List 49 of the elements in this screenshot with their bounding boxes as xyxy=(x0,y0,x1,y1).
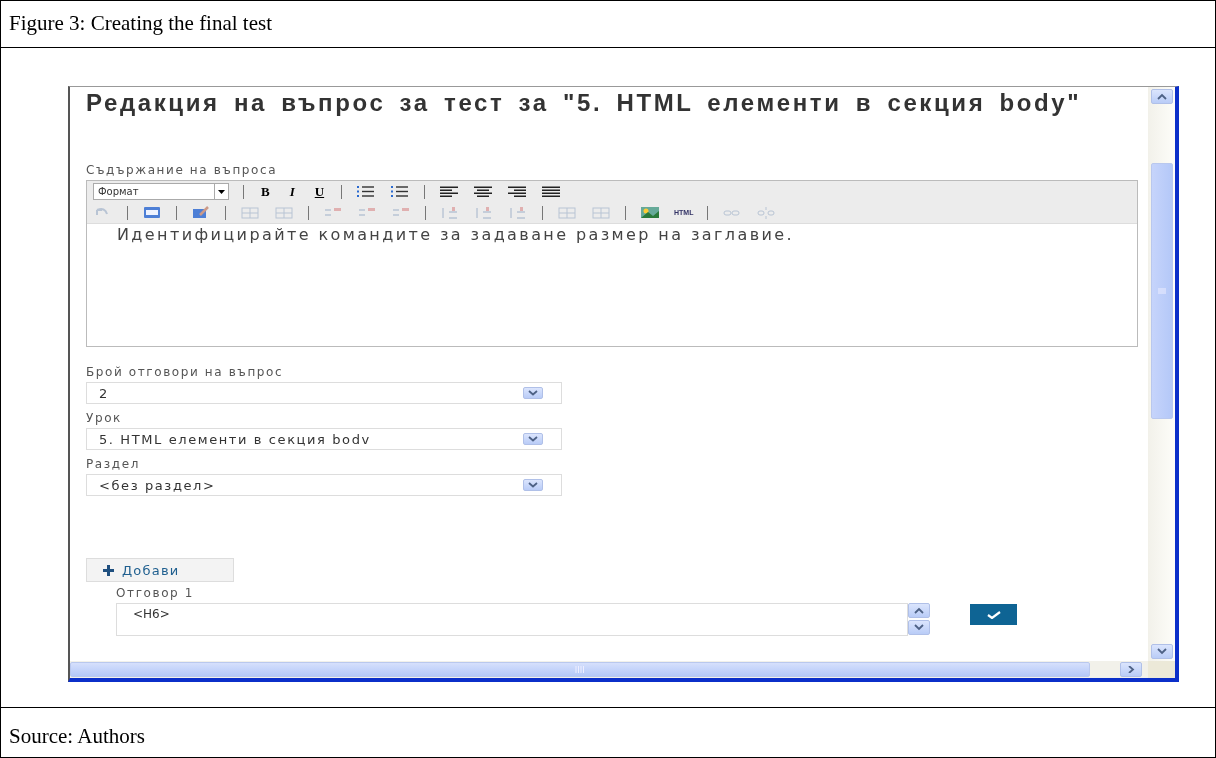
page-title: Редакция на въпрос за тест за "5. HTML елементи в секция body" xyxy=(86,89,1083,116)
bullet-list-icon[interactable] xyxy=(356,185,377,198)
window-icon[interactable] xyxy=(142,206,162,219)
scrollbar-thumb[interactable] xyxy=(70,662,1090,677)
align-center-icon[interactable] xyxy=(473,185,494,198)
dropdown-icon xyxy=(523,387,543,399)
scrollbar-thumb[interactable] xyxy=(1150,163,1173,419)
chevron-up-icon xyxy=(914,607,924,614)
image-icon[interactable] xyxy=(640,206,660,219)
field-label: Раздел xyxy=(86,457,141,471)
field-label: Съдържание на въпроса xyxy=(86,163,279,177)
scroll-down-button[interactable] xyxy=(1150,644,1173,659)
scroll-right-button[interactable] xyxy=(1120,662,1142,677)
answer-field[interactable]: <H6> xyxy=(116,603,908,636)
numbered-list-icon[interactable] xyxy=(390,185,411,198)
bold-button[interactable]: B xyxy=(258,183,273,200)
figure-caption: Figure 3: Creating the final test xyxy=(1,1,1215,48)
select-field[interactable]: 5. HTML елементи в секция bodv xyxy=(86,428,562,450)
vertical-scrollbar[interactable] xyxy=(1148,87,1175,661)
chevron-down-icon xyxy=(1156,648,1167,655)
field-label: Урок xyxy=(86,411,123,425)
select-field[interactable]: <без раздел> xyxy=(86,474,562,496)
question-text: Идентифицирайте командите за задаване размер на заглавие. xyxy=(117,225,795,244)
underline-button[interactable]: U xyxy=(311,183,328,200)
field-label: Брой отговори на въпрос xyxy=(86,365,285,379)
dropdown-icon xyxy=(523,433,543,445)
answer-label: Отговор 1 xyxy=(116,586,195,600)
caret-icon xyxy=(218,189,225,194)
align-right-icon[interactable] xyxy=(507,185,528,198)
figure-source: Source: Authors xyxy=(8,723,146,749)
horizontal-scrollbar[interactable] xyxy=(70,661,1148,678)
chevron-down-icon xyxy=(914,624,924,631)
select-field[interactable]: 2 xyxy=(86,382,562,404)
justify-icon[interactable] xyxy=(541,185,562,198)
scrollbar-corner xyxy=(1148,661,1175,678)
chevron-up-icon xyxy=(1156,93,1167,100)
plus-icon xyxy=(103,564,114,576)
scroll-up-button[interactable] xyxy=(1150,89,1173,104)
confirm-button[interactable] xyxy=(970,604,1017,625)
scroll-down-button[interactable] xyxy=(908,620,930,635)
format-dropdown[interactable]: Формат xyxy=(93,183,229,200)
add-button[interactable]: Добави xyxy=(86,558,234,582)
chevron-right-icon xyxy=(1126,666,1136,673)
pencil-table-icon[interactable] xyxy=(191,206,211,219)
scroll-up-button[interactable] xyxy=(908,603,930,618)
italic-button[interactable]: I xyxy=(286,183,298,200)
check-icon xyxy=(986,610,1001,619)
dropdown-icon xyxy=(523,479,543,491)
align-left-icon[interactable] xyxy=(439,185,460,198)
